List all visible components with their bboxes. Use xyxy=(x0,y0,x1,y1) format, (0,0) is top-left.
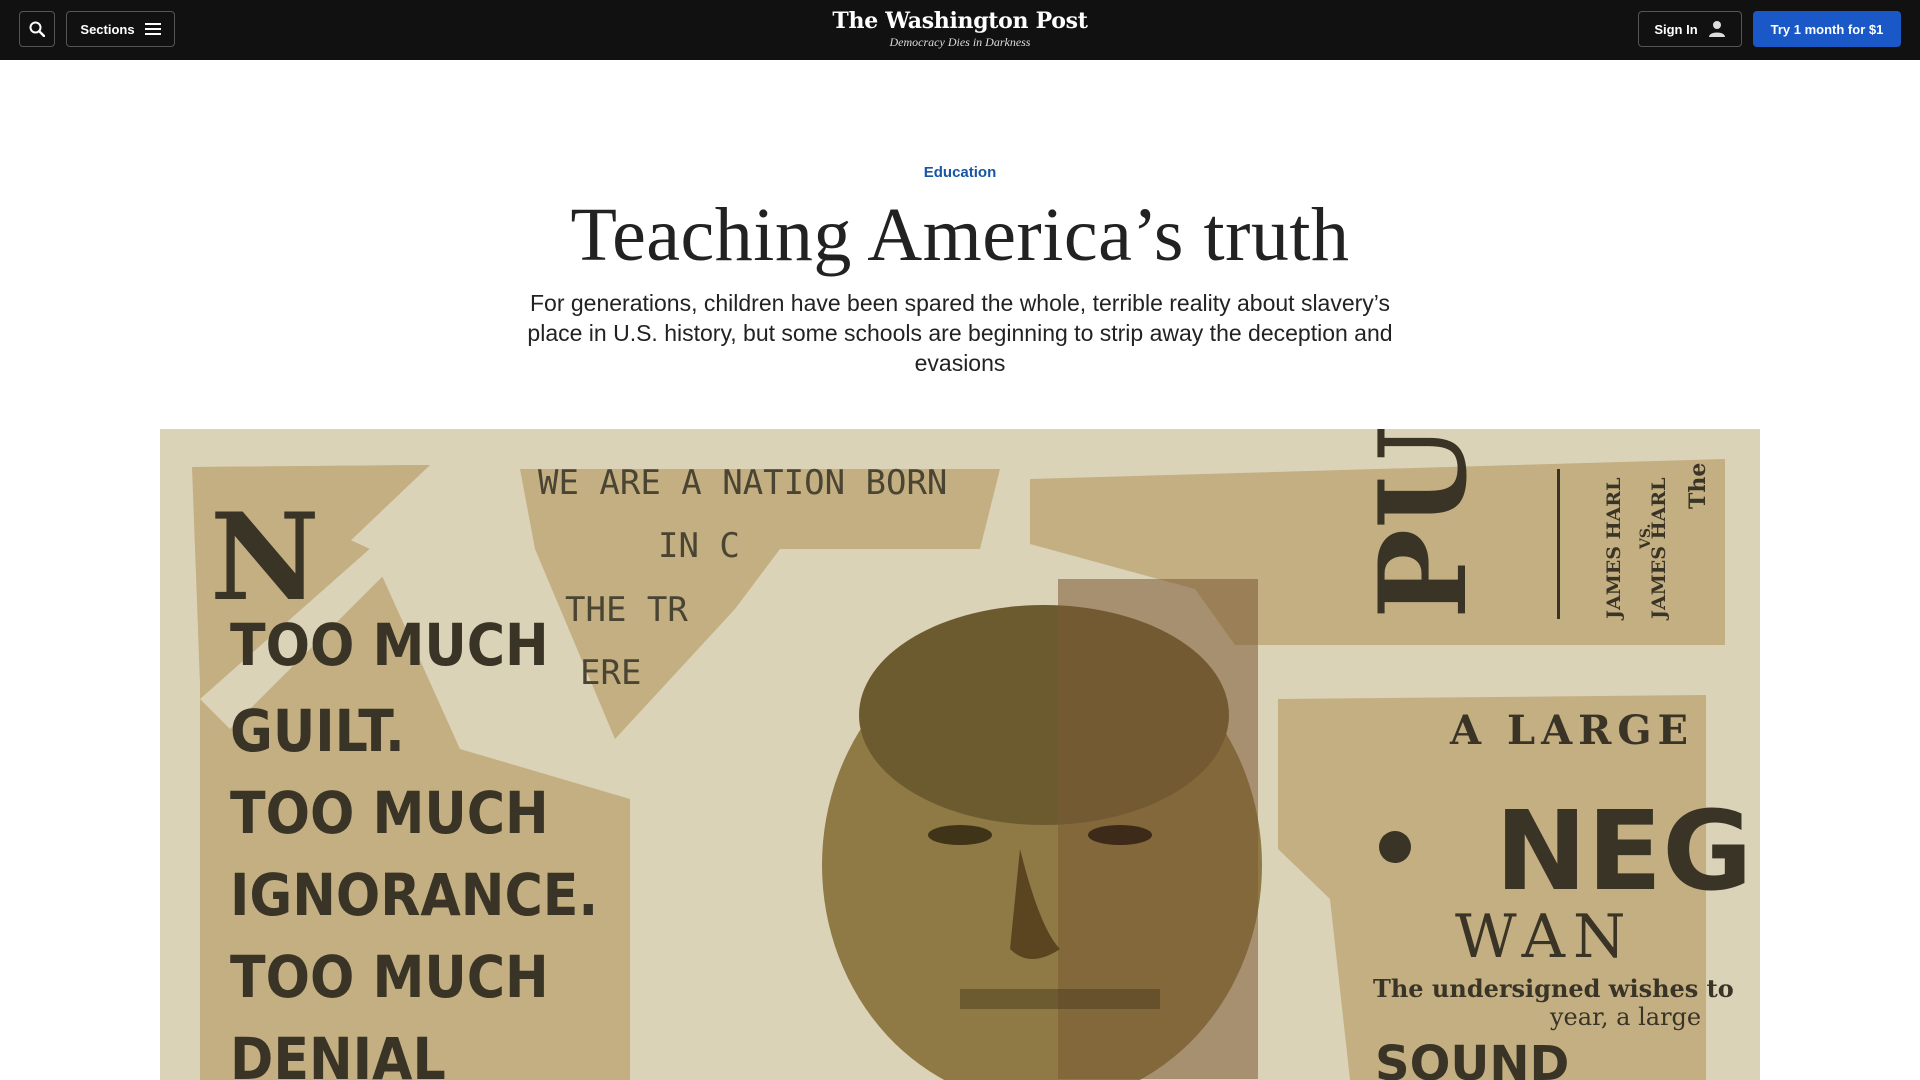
illo-right-top-line-3: JAMES HARL xyxy=(1648,478,1670,621)
illo-top-line-2: IN C xyxy=(658,526,740,566)
illo-left-line-2: GUILT. xyxy=(230,697,405,765)
sign-in-button[interactable]: Sign In xyxy=(1638,11,1742,47)
article-dek: For generations, children have been spar… xyxy=(527,290,1393,376)
illo-right-line-3: WAN xyxy=(1455,902,1634,972)
illo-right-line-1: A LARGE xyxy=(1449,707,1694,754)
top-nav: Sections The Washington Post Democracy D… xyxy=(0,0,1920,60)
illo-right-line-4: The undersigned wishes to xyxy=(1373,974,1734,1003)
collage-artwork: N TOO MUCH GUILT. TOO MUCH IGNORANCE. TO… xyxy=(192,429,1760,1080)
sign-in-label: Sign In xyxy=(1654,21,1698,37)
section-kicker[interactable]: Education xyxy=(0,164,1920,181)
illo-rule xyxy=(1557,469,1560,619)
illo-top-line-4: ERE xyxy=(580,653,641,693)
illo-left-line-3: TOO MUCH xyxy=(230,779,549,847)
illo-top-line-1: WE ARE A NATION BORN xyxy=(538,463,947,503)
illo-right-top-pu: PU xyxy=(1353,429,1494,619)
illo-right-top-line-1: JAMES HARL xyxy=(1603,478,1625,621)
illo-right-line-2: NEGR xyxy=(1495,787,1760,915)
illo-left-n: N xyxy=(210,487,320,628)
masthead: The Washington Post Democracy Dies in Da… xyxy=(0,8,1920,50)
portrait xyxy=(822,579,1262,1080)
site-logo[interactable]: The Washington Post xyxy=(0,8,1920,34)
illo-right-top-line-4: The xyxy=(1685,463,1711,509)
person-icon xyxy=(1708,21,1725,37)
illo-figure-icon xyxy=(1379,831,1411,863)
illo-top-line-3: THE TR xyxy=(565,590,688,630)
illo-left-line-4: IGNORANCE. xyxy=(230,861,598,929)
hero-illustration: N TOO MUCH GUILT. TOO MUCH IGNORANCE. TO… xyxy=(160,429,1760,1080)
subscribe-trial-button[interactable]: Try 1 month for $1 xyxy=(1753,11,1901,47)
article-headline: Teaching America’s truth xyxy=(570,193,1350,277)
illo-left-line-6: DENIAL xyxy=(230,1025,446,1080)
site-tagline: Democracy Dies in Darkness xyxy=(889,35,1031,49)
illo-right-line-5: year, a large xyxy=(1549,1003,1701,1031)
illo-left-line-5: TOO MUCH xyxy=(230,943,549,1011)
illo-right-line-6: SOUND xyxy=(1375,1036,1569,1080)
illo-left-line-1: TOO MUCH xyxy=(230,611,549,679)
